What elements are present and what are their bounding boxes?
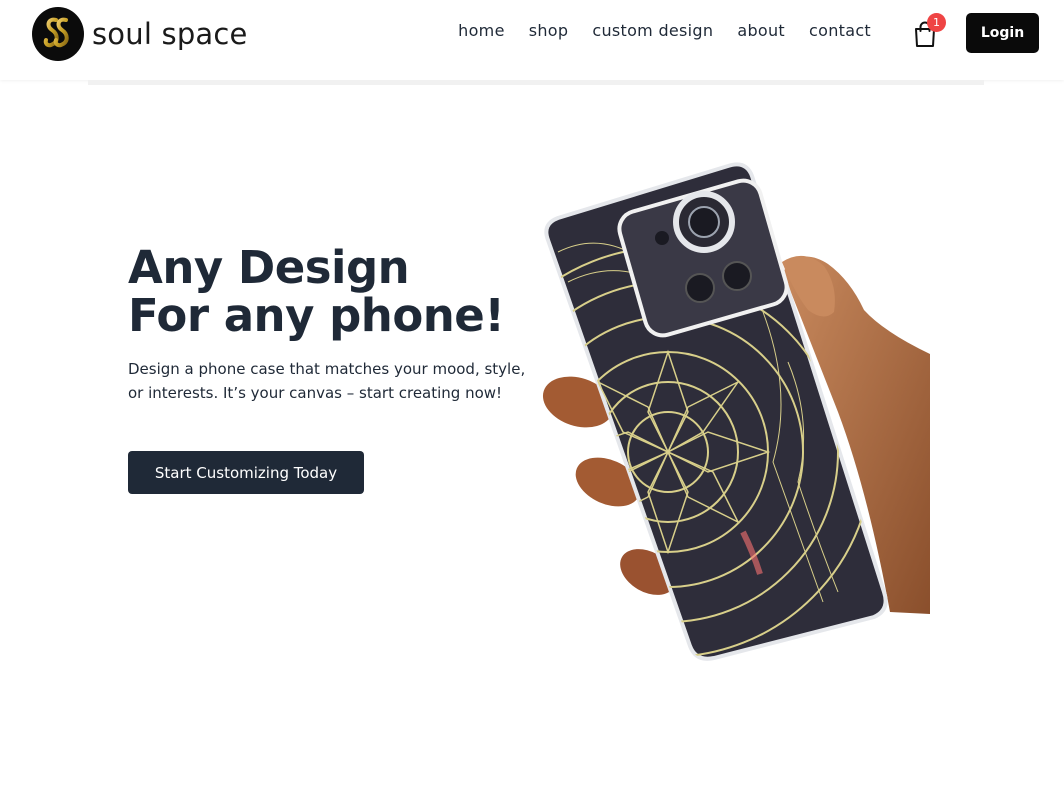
nav-custom-design[interactable]: custom design bbox=[592, 20, 713, 42]
brand-logo-link[interactable]: soul space bbox=[32, 7, 248, 61]
site-header: soul space home shop custom design about… bbox=[0, 0, 1064, 80]
cart-count-badge: 1 bbox=[927, 13, 946, 32]
nav-contact[interactable]: contact bbox=[809, 20, 871, 42]
start-customizing-button[interactable]: Start Customizing Today bbox=[128, 451, 364, 494]
nav-about[interactable]: about bbox=[737, 20, 785, 42]
phone-case-image bbox=[538, 162, 938, 662]
hero-title-line-2: For any phone! bbox=[128, 289, 505, 342]
nav-home[interactable]: home bbox=[458, 20, 505, 42]
ss-monogram-icon bbox=[32, 7, 84, 61]
header-divider bbox=[88, 80, 984, 85]
login-button[interactable]: Login bbox=[966, 13, 1039, 53]
brand-name: soul space bbox=[92, 17, 248, 51]
hero-description: Design a phone case that matches your mo… bbox=[128, 360, 526, 402]
nav-shop[interactable]: shop bbox=[529, 20, 569, 42]
main-nav: home shop custom design about contact bbox=[458, 20, 871, 42]
hero-title-line-1: Any Design bbox=[128, 241, 410, 294]
hero-title: Any Design For any phone! bbox=[128, 244, 548, 340]
